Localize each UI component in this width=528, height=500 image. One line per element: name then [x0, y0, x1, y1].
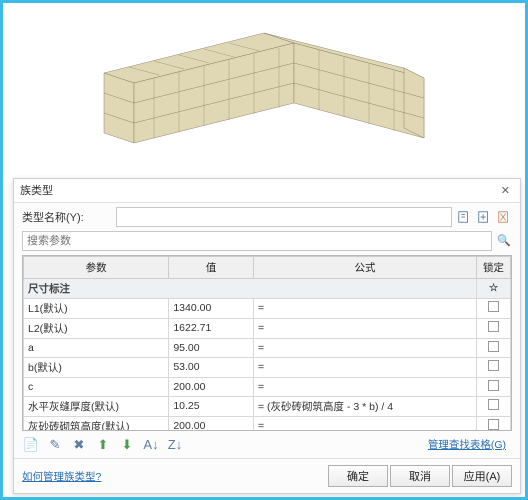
cancel-button[interactable]: 取消	[390, 465, 450, 487]
delete-type-icon[interactable]	[496, 209, 512, 225]
lock-cell[interactable]	[477, 396, 511, 416]
value-cell[interactable]: 1622.71	[169, 318, 254, 338]
family-types-dialog: 族类型 ✕ 类型名称(Y): 🔍 参数 值 公式 锁定	[13, 178, 521, 494]
table-row[interactable]: c200.00=	[24, 377, 511, 396]
table-row[interactable]: 水平灰缝厚度(默认)10.25= (灰砂砖砌筑高度 - 3 * b) / 4	[24, 396, 511, 416]
ok-button[interactable]: 确定	[328, 465, 388, 487]
value-cell[interactable]: 1340.00	[169, 298, 254, 318]
move-down-icon[interactable]: ⬇	[118, 436, 136, 454]
parameter-table[interactable]: 参数 值 公式 锁定 尺寸标注☆L1(默认)1340.00=L2(默认)1622…	[22, 255, 512, 431]
lock-checkbox[interactable]	[488, 301, 499, 312]
col-parameter[interactable]: 参数	[24, 256, 169, 278]
search-input[interactable]	[22, 231, 492, 251]
manage-lookup-button[interactable]: 管理查找表格(G)	[422, 435, 512, 454]
delete-parameter-icon[interactable]: ✖	[70, 436, 88, 454]
lock-checkbox[interactable]	[488, 360, 499, 371]
lock-checkbox[interactable]	[488, 399, 499, 410]
col-formula[interactable]: 公式	[253, 256, 476, 278]
param-cell[interactable]: a	[24, 338, 169, 357]
type-name-input[interactable]	[116, 207, 452, 227]
type-name-label: 类型名称(Y):	[22, 209, 112, 225]
formula-cell[interactable]: =	[253, 357, 476, 377]
sort-descending-icon[interactable]: Z↓	[166, 436, 184, 454]
lock-cell[interactable]	[477, 416, 511, 431]
table-row[interactable]: a95.00=	[24, 338, 511, 357]
lock-checkbox[interactable]	[488, 341, 499, 352]
help-link[interactable]: 如何管理族类型?	[22, 469, 101, 484]
param-cell[interactable]: 水平灰缝厚度(默认)	[24, 396, 169, 416]
new-parameter-icon[interactable]: 📄	[22, 436, 40, 454]
col-lock[interactable]: 锁定	[477, 256, 511, 278]
table-row[interactable]: b(默认)53.00=	[24, 357, 511, 377]
close-icon[interactable]: ✕	[497, 184, 514, 197]
table-row[interactable]: L1(默认)1340.00=	[24, 298, 511, 318]
param-cell[interactable]: c	[24, 377, 169, 396]
lock-cell[interactable]	[477, 357, 511, 377]
brick-wall-illustration	[84, 13, 444, 163]
formula-cell[interactable]: =	[253, 338, 476, 357]
value-cell[interactable]: 95.00	[169, 338, 254, 357]
rename-type-icon[interactable]	[456, 209, 472, 225]
group-row[interactable]: 尺寸标注☆	[24, 278, 511, 298]
lock-checkbox[interactable]	[488, 419, 499, 430]
table-row[interactable]: L2(默认)1622.71=	[24, 318, 511, 338]
value-cell[interactable]: 200.00	[169, 377, 254, 396]
lock-checkbox[interactable]	[488, 321, 499, 332]
formula-cell[interactable]: =	[253, 318, 476, 338]
lock-checkbox[interactable]	[488, 380, 499, 391]
edit-parameter-icon[interactable]: ✎	[46, 436, 64, 454]
move-up-icon[interactable]: ⬆	[94, 436, 112, 454]
new-type-icon[interactable]	[476, 209, 492, 225]
param-cell[interactable]: b(默认)	[24, 357, 169, 377]
apply-button[interactable]: 应用(A)	[452, 465, 512, 487]
formula-cell[interactable]: =	[253, 416, 476, 431]
value-cell[interactable]: 53.00	[169, 357, 254, 377]
table-row[interactable]: 灰砂砖砌筑高度(默认)200.00=	[24, 416, 511, 431]
parameter-toolbar: 📄 ✎ ✖ ⬆ ⬇ A↓ Z↓ 管理查找表格(G)	[14, 431, 520, 458]
dialog-titlebar[interactable]: 族类型 ✕	[14, 179, 520, 203]
dialog-title: 族类型	[20, 182, 53, 198]
param-cell[interactable]: L1(默认)	[24, 298, 169, 318]
formula-cell[interactable]: =	[253, 298, 476, 318]
lock-cell[interactable]	[477, 298, 511, 318]
sort-ascending-icon[interactable]: A↓	[142, 436, 160, 454]
formula-cell[interactable]: = (灰砂砖砌筑高度 - 3 * b) / 4	[253, 396, 476, 416]
search-icon[interactable]: 🔍	[496, 233, 512, 249]
value-cell[interactable]: 10.25	[169, 396, 254, 416]
lock-cell[interactable]	[477, 377, 511, 396]
col-value[interactable]: 值	[169, 256, 254, 278]
lock-cell[interactable]	[477, 338, 511, 357]
param-cell[interactable]: L2(默认)	[24, 318, 169, 338]
lock-cell[interactable]	[477, 318, 511, 338]
formula-cell[interactable]: =	[253, 377, 476, 396]
value-cell[interactable]: 200.00	[169, 416, 254, 431]
table-header-row: 参数 值 公式 锁定	[24, 256, 511, 278]
model-viewport	[3, 3, 525, 173]
param-cell[interactable]: 灰砂砖砌筑高度(默认)	[24, 416, 169, 431]
